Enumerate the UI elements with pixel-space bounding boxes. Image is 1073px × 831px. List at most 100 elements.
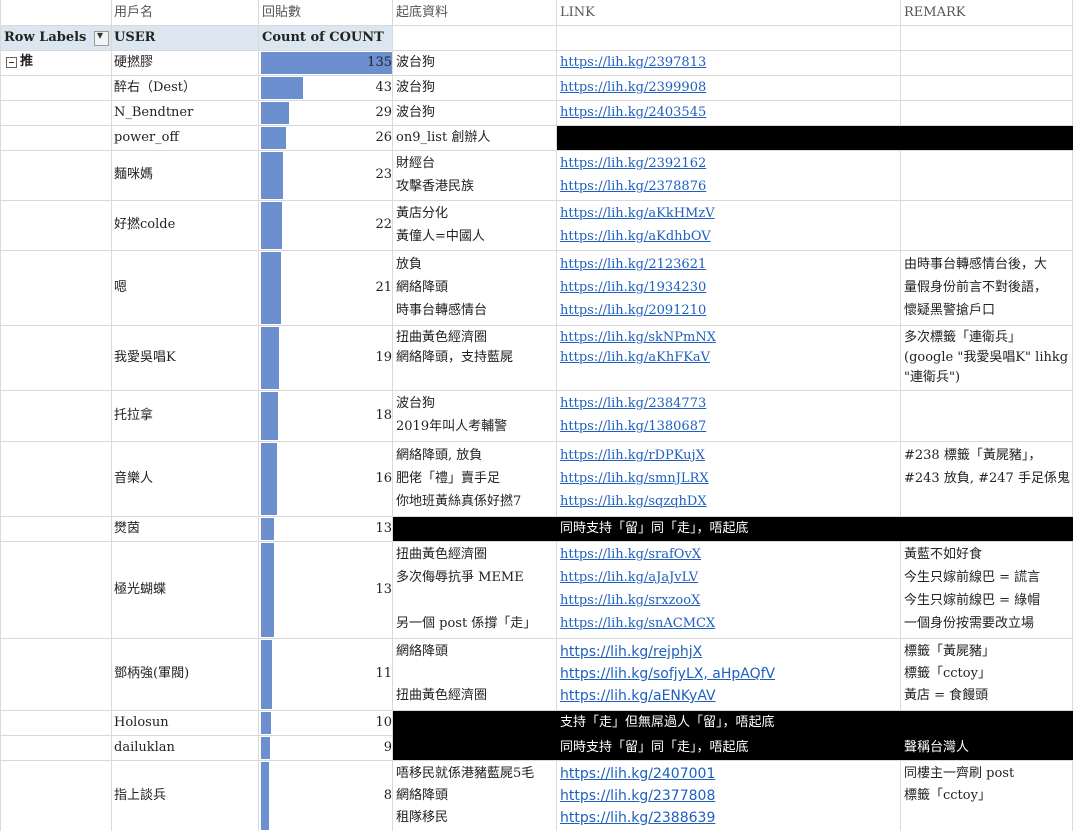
remark-cell[interactable]: "連衛兵") <box>904 368 960 388</box>
link-cell[interactable]: https://lih.kg/2091210 <box>560 301 706 321</box>
remark-cell[interactable]: 由時事台轉感情台後，大 <box>904 255 1047 275</box>
link-cell[interactable]: https://lih.kg/2378876 <box>560 177 706 197</box>
count-cell[interactable]: 29 <box>262 103 392 123</box>
origin-cell[interactable]: 租隊移民 <box>396 808 448 828</box>
link-cell[interactable]: https://lih.kg/sofjyLX, aHpAQfV <box>560 664 775 684</box>
origin-cell[interactable]: 攻擊香港民族 <box>396 177 474 197</box>
user-cell[interactable]: Holosun <box>114 713 169 733</box>
remark-cell[interactable]: 一個身份按需要改立場 <box>904 614 1034 634</box>
count-cell[interactable]: 13 <box>262 519 392 539</box>
origin-cell[interactable]: 2019年叫人考輔警 <box>396 417 507 437</box>
link-cell[interactable]: https://lih.kg/2388639 <box>560 808 715 828</box>
user-cell[interactable]: power_off <box>114 128 179 148</box>
col-header-origin[interactable]: 起底資料 <box>396 3 448 23</box>
user-cell[interactable]: N_Bendtner <box>114 103 193 123</box>
link-cell[interactable]: https://lih.kg/aKdhbOV <box>560 227 711 247</box>
link-cell[interactable]: https://lih.kg/skNPmNX <box>560 328 716 348</box>
origin-cell[interactable]: 時事台轉感情台 <box>396 301 487 321</box>
remark-cell[interactable]: 今生只嫁前線巴 = 謊言 <box>904 568 1040 588</box>
remark-cell[interactable]: #238 標籤「黃屍豬」， <box>904 446 1041 466</box>
origin-cell[interactable]: 黃僮人=中國人 <box>396 227 485 247</box>
link-cell[interactable]: https://lih.kg/aKkHMzV <box>560 204 715 224</box>
link-cell[interactable]: https://lih.kg/1934230 <box>560 278 706 298</box>
remark-cell[interactable]: 懷疑黑警搶戶口 <box>904 301 995 321</box>
user-cell[interactable]: 托拉拿 <box>114 406 153 426</box>
remark-cell[interactable]: 聲稱台灣人 <box>904 738 969 758</box>
user-cell[interactable]: 麵咪媽 <box>114 165 153 185</box>
origin-cell[interactable]: 財經台 <box>396 154 435 174</box>
col-header-link[interactable]: LINK <box>560 3 595 23</box>
remark-cell[interactable]: 黃藍不如好食 <box>904 545 982 565</box>
link-cell[interactable]: https://lih.kg/snACMCX <box>560 614 715 634</box>
filter-dropdown-icon[interactable] <box>94 28 109 46</box>
link-cell[interactable]: https://lih.kg/rDPKujX <box>560 446 705 466</box>
user-cell[interactable]: 嗯 <box>114 278 127 298</box>
col-header-remark[interactable]: REMARK <box>904 3 965 23</box>
user-cell[interactable]: 硬撚膠 <box>114 53 153 73</box>
origin-cell[interactable]: 扭曲黃色經濟圈 <box>396 545 487 565</box>
count-cell[interactable]: 10 <box>262 713 392 733</box>
remark-cell[interactable]: 量假身份前言不對後語， <box>904 278 1047 298</box>
user-cell[interactable]: 音樂人 <box>114 469 153 489</box>
remark-cell[interactable]: #243 放負, #247 手足係鬼 <box>904 469 1070 489</box>
count-cell[interactable]: 22 <box>262 215 392 235</box>
link-cell[interactable]: https://lih.kg/srafOvX <box>560 545 701 565</box>
user-cell[interactable]: 指上談兵 <box>114 786 166 806</box>
origin-cell[interactable]: 網絡降頭 <box>396 786 448 806</box>
origin-cell[interactable]: 放負 <box>396 255 422 275</box>
count-cell[interactable]: 18 <box>262 406 392 426</box>
user-cell[interactable]: 鄧柄強(軍閥) <box>114 664 189 684</box>
count-cell[interactable]: 21 <box>262 278 392 298</box>
origin-cell[interactable]: 網絡降頭，支持藍屍 <box>396 348 513 368</box>
origin-cell[interactable]: 網絡降頭, 放負 <box>396 446 482 466</box>
count-cell[interactable]: 135 <box>262 53 392 73</box>
pivot-count-header[interactable]: Count of COUNT <box>262 28 384 48</box>
link-cell[interactable]: https://lih.kg/2403545 <box>560 103 706 123</box>
remark-cell[interactable]: (google "我愛吳唱K" lihkg <box>904 348 1068 368</box>
count-cell[interactable]: 13 <box>262 580 392 600</box>
link-cell[interactable]: https://lih.kg/2377808 <box>560 786 715 806</box>
user-cell[interactable]: 極光蝴蝶 <box>114 580 166 600</box>
origin-cell[interactable]: 網絡降頭 <box>396 278 448 298</box>
collapse-icon[interactable] <box>6 57 17 68</box>
origin-cell[interactable]: 波台狗 <box>396 103 435 123</box>
count-cell[interactable]: 43 <box>262 78 392 98</box>
origin-cell[interactable]: 網絡降頭 <box>396 642 448 662</box>
remark-cell[interactable]: 標籤「cctoy」 <box>904 664 991 684</box>
pivot-row-labels[interactable]: Row Labels <box>4 28 86 48</box>
count-cell[interactable]: 19 <box>262 348 392 368</box>
link-cell[interactable]: https://lih.kg/2384773 <box>560 394 706 414</box>
link-cell[interactable]: https://lih.kg/2123621 <box>560 255 706 275</box>
origin-cell[interactable]: 扭曲黃色經濟圈 <box>396 328 487 348</box>
origin-cell[interactable]: 扭曲黃色經濟圈 <box>396 686 487 706</box>
user-cell[interactable]: 醉右（Dest） <box>114 78 196 98</box>
count-cell[interactable]: 8 <box>262 786 392 806</box>
remark-cell[interactable]: 多次標籤「連衛兵」 <box>904 328 1021 348</box>
origin-cell[interactable]: 你地班黃絲真係好撚7 <box>396 492 521 512</box>
remark-cell[interactable]: 標籤「cctoy」 <box>904 786 991 806</box>
pivot-user-header[interactable]: USER <box>114 28 155 48</box>
origin-cell[interactable]: 黃店分化 <box>396 204 448 224</box>
link-cell[interactable]: https://lih.kg/2407001 <box>560 764 715 784</box>
remark-cell[interactable]: 標籤「黃屍豬」 <box>904 642 995 662</box>
user-cell[interactable]: 燓茵 <box>114 519 140 539</box>
remark-cell[interactable]: 同樓主一齊刷 post <box>904 764 1014 784</box>
remark-cell[interactable]: 黃店 = 食饅頭 <box>904 686 988 706</box>
link-cell[interactable]: https://lih.kg/rejphjX <box>560 642 702 662</box>
link-cell[interactable]: https://lih.kg/srxzooX <box>560 591 700 611</box>
user-cell[interactable]: 我愛吳唱K <box>114 348 176 368</box>
col-header-user[interactable]: 用戶名 <box>114 3 153 23</box>
origin-cell[interactable]: 多次侮辱抗爭 MEME <box>396 568 524 588</box>
link-cell[interactable]: https://lih.kg/2399908 <box>560 78 706 98</box>
link-cell[interactable]: https://lih.kg/sqzqhDX <box>560 492 707 512</box>
link-cell[interactable]: https://lih.kg/aENKyAV <box>560 686 716 706</box>
origin-cell[interactable]: 波台狗 <box>396 53 435 73</box>
count-cell[interactable]: 23 <box>262 165 392 185</box>
count-cell[interactable]: 11 <box>262 664 392 684</box>
origin-cell[interactable]: 波台狗 <box>396 78 435 98</box>
origin-cell[interactable]: on9_list 創辦人 <box>396 128 490 148</box>
remark-cell[interactable]: 今生只嫁前線巴 = 綠帽 <box>904 591 1040 611</box>
origin-cell[interactable]: 另一個 post 係撐「走」 <box>396 614 536 634</box>
count-cell[interactable]: 16 <box>262 469 392 489</box>
link-cell[interactable]: https://lih.kg/smnJLRX <box>560 469 709 489</box>
